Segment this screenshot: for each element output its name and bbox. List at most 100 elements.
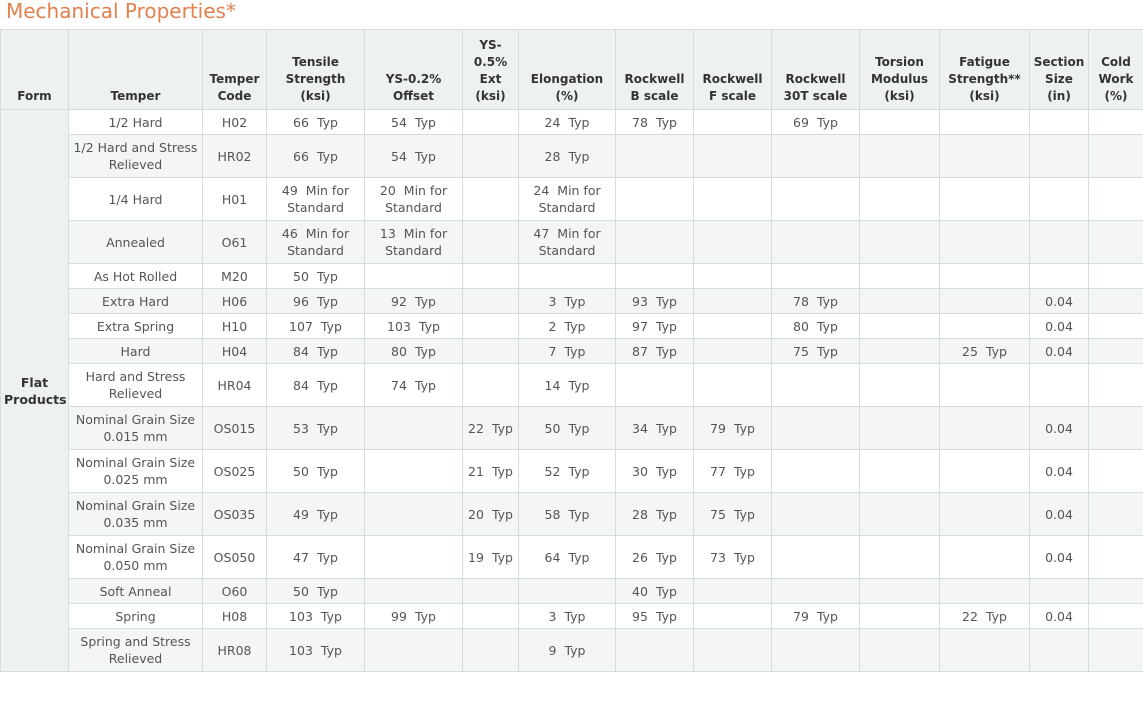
temper-code-cell: H02 [202,109,267,135]
value-cell [939,578,1030,604]
value-cell: 0.04 [1029,492,1089,536]
value-cell: 3 Typ [518,603,616,629]
value-cell: 14 Typ [518,363,616,407]
value-cell [771,492,860,536]
table-row: As Hot Rolled M20 50 Typ [1,263,1143,289]
value-cell: 52 Typ [518,449,616,493]
value-cell [859,109,940,135]
value-cell [939,406,1030,450]
value-cell [859,134,940,178]
value-cell: 21 Typ [462,449,519,493]
value-cell [939,628,1030,672]
value-cell: 0.04 [1029,288,1089,314]
value-cell [1088,492,1143,536]
value-cell: 107 Typ [266,313,365,339]
value-cell: 73 Typ [693,535,772,579]
value-cell [462,109,519,135]
temper-code-cell: M20 [202,263,267,289]
temper-code-cell: H04 [202,338,267,364]
value-cell: 84 Typ [266,338,365,364]
temper-cell: 1/2 Hard and Stress Relieved [68,134,203,178]
value-cell: 22 Typ [939,603,1030,629]
table-row: 1/2 Hard and Stress Relieved HR02 66 Typ 54 T… [1,134,1143,178]
value-cell: 24 Min for Standard [518,177,616,221]
value-cell [859,406,940,450]
value-cell [771,628,860,672]
value-cell [939,313,1030,339]
value-cell [462,288,519,314]
value-cell [693,628,772,672]
value-cell [859,263,940,289]
value-cell: 46 Min for Standard [266,220,365,264]
value-cell [859,535,940,579]
table-row: Nominal Grain Size 0.015 mm OS015 53 Typ 22 T… [1,406,1143,450]
column-header: Fatigue Strength** (ksi) [939,29,1030,110]
value-cell: 103 Typ [266,603,365,629]
value-cell [462,363,519,407]
value-cell [1029,263,1089,289]
value-cell: 19 Typ [462,535,519,579]
value-cell: 2 Typ [518,313,616,339]
column-header: Rockwell F scale [693,29,772,110]
value-cell: 103 Typ [364,313,463,339]
value-cell: 74 Typ [364,363,463,407]
value-cell: 92 Typ [364,288,463,314]
value-cell [364,406,463,450]
value-cell [615,363,694,407]
value-cell [771,449,860,493]
value-cell: 66 Typ [266,109,365,135]
value-cell [1088,406,1143,450]
value-cell [1029,134,1089,178]
value-cell [771,263,860,289]
column-header: Torsion Modulus (ksi) [859,29,940,110]
value-cell: 53 Typ [266,406,365,450]
value-cell: 84 Typ [266,363,365,407]
value-cell [1088,628,1143,672]
value-cell: 50 Typ [266,578,365,604]
value-cell: 78 Typ [771,288,860,314]
temper-code-cell: OS015 [202,406,267,450]
table-row: Nominal Grain Size 0.035 mm OS035 49 Typ 20 T… [1,492,1143,536]
value-cell [1088,134,1143,178]
value-cell: 13 Min for Standard [364,220,463,264]
value-cell: 25 Typ [939,338,1030,364]
value-cell: 79 Typ [771,603,860,629]
value-cell: 9 Typ [518,628,616,672]
table-row: 1/4 Hard H01 49 Min for Standard 20 Min for S… [1,177,1143,221]
temper-code-cell: HR04 [202,363,267,407]
temper-code-cell: H06 [202,288,267,314]
value-cell [462,134,519,178]
value-cell [615,134,694,178]
value-cell [939,535,1030,579]
value-cell: 7 Typ [518,338,616,364]
value-cell [859,603,940,629]
column-header: Section Size (in) [1029,29,1089,110]
value-cell [693,603,772,629]
table-row: Hard H04 84 Typ 80 Typ 7 Typ 87 Typ 75 Typ 25 Typ 0.04 [1,338,1143,364]
value-cell [1088,535,1143,579]
value-cell [939,177,1030,221]
value-cell: 80 Typ [364,338,463,364]
value-cell [1088,109,1143,135]
temper-cell: Extra Hard [68,288,203,314]
value-cell [518,578,616,604]
value-cell [462,578,519,604]
value-cell [615,263,694,289]
temper-cell: Hard [68,338,203,364]
value-cell: 0.04 [1029,406,1089,450]
value-cell [939,263,1030,289]
value-cell: 78 Typ [615,109,694,135]
value-cell [771,406,860,450]
column-header: Rockwell 30T scale [771,29,860,110]
value-cell: 47 Min for Standard [518,220,616,264]
value-cell: 34 Typ [615,406,694,450]
value-cell [462,313,519,339]
column-header: Rockwell B scale [615,29,694,110]
value-cell [1029,177,1089,221]
value-cell [1088,177,1143,221]
column-header: Temper Code [202,29,267,110]
value-cell: 97 Typ [615,313,694,339]
value-cell: 54 Typ [364,109,463,135]
table-row: Flat Products 1/2 Hard H02 66 Typ 54 Typ 24 Typ 7… [0,109,1143,672]
value-cell [462,628,519,672]
